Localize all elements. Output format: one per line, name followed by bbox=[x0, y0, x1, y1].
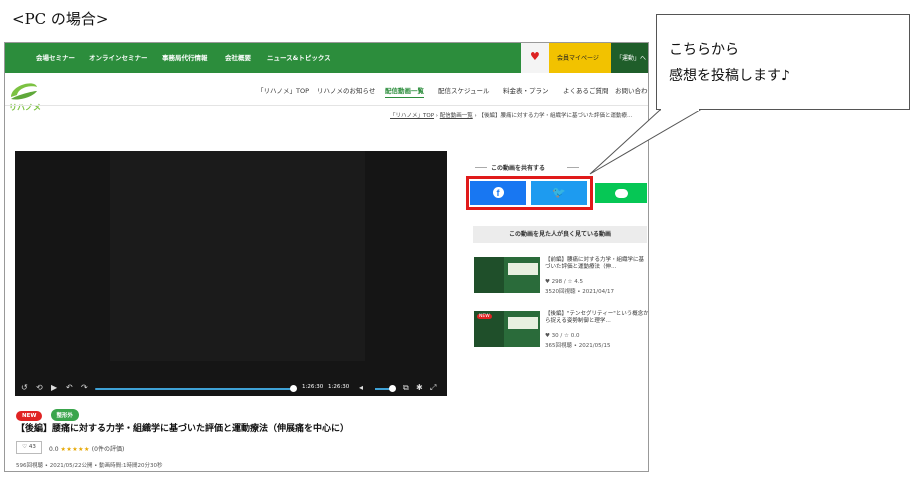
heart-icon: ♥ bbox=[530, 50, 540, 63]
page-caption: <PC の場合> bbox=[12, 10, 109, 28]
gear-icon[interactable]: ✱ bbox=[416, 384, 423, 392]
elapsed-time: 1:26:30 bbox=[302, 384, 324, 390]
mypage-label: 会員マイページ bbox=[557, 55, 599, 62]
subnav-item-schedule[interactable]: 配信スケジュール bbox=[438, 85, 490, 95]
skip-back-icon[interactable]: ↶ bbox=[66, 384, 73, 392]
breadcrumb: 「リハノメ」TOP › 配信動画一覧 › 【後編】腰痛に対する力学・組織学に基づ… bbox=[390, 111, 632, 119]
topnav-item-online-seminar[interactable]: オンラインセミナー bbox=[89, 52, 148, 62]
related-video-item[interactable]: 【前編】腰痛に対する力学・組織学に基づいた評価と運動療法（伸… ♥ 298 / … bbox=[474, 257, 648, 299]
video-meta: 596回視聴 • 2021/05/22公開 • 動画時間:1時間20分30秒 bbox=[16, 463, 163, 469]
twitter-icon: 🐦 bbox=[552, 186, 566, 199]
related-title[interactable]: 【後編】"テンセグリティー"という概念から捉える姿勢制御と理学… bbox=[545, 311, 648, 325]
callout-line-2: 感想を投稿します♪ bbox=[669, 68, 790, 84]
topnav-item-office-agency[interactable]: 事務局代行情報 bbox=[162, 52, 208, 62]
facebook-icon: f bbox=[492, 187, 504, 198]
new-badge: NEW bbox=[16, 411, 43, 421]
new-badge: NEW bbox=[477, 314, 492, 319]
related-title[interactable]: 【前編】腰痛に対する力学・組織学に基づいた評価と運動療法（伸… bbox=[545, 257, 648, 271]
review-count: (0件の評価) bbox=[91, 446, 125, 453]
progress-bar[interactable] bbox=[95, 388, 293, 390]
related-thumbnail[interactable] bbox=[474, 257, 540, 293]
breadcrumb-list[interactable]: 配信動画一覧 bbox=[440, 113, 473, 119]
related-video-item[interactable]: NEW 【後編】"テンセグリティー"という概念から捉える姿勢制御と理学… ♥ 3… bbox=[474, 311, 648, 353]
related-thumbnail[interactable]: NEW bbox=[474, 311, 540, 347]
line-share-button[interactable] bbox=[595, 183, 647, 203]
related-date: 3520回視聴 • 2021/04/17 bbox=[545, 289, 614, 295]
subnav-item-video-list[interactable]: 配信動画一覧 bbox=[385, 85, 424, 98]
breadcrumb-separator: › bbox=[474, 113, 477, 119]
related-heading: この動画を見た人が良く見ている動画 bbox=[473, 226, 647, 243]
progress-handle[interactable] bbox=[290, 385, 297, 392]
video-player[interactable]: ↺ ⟲ ▶ ↶ ↷ 1:26:30 1:26:30 ◂ ⧉ ✱ ⤢ bbox=[15, 151, 447, 396]
nav-divider bbox=[5, 105, 648, 106]
total-time: 1:26:30 bbox=[328, 384, 350, 390]
fullscreen-icon[interactable]: ⤢ bbox=[430, 384, 436, 392]
star-rating-icon: ★★★★★ bbox=[60, 446, 90, 453]
favorite-button[interactable]: ♥ bbox=[521, 43, 549, 73]
share-label: この動画を共有する bbox=[491, 165, 546, 172]
pip-icon[interactable]: ⧉ bbox=[403, 384, 409, 392]
subnav-item-faq[interactable]: よくあるご質問 bbox=[563, 85, 609, 95]
related-stats: ♥ 298 / ☆ 4.5 bbox=[545, 279, 583, 285]
like-count: 43 bbox=[28, 444, 36, 450]
rating-value: 0.0 bbox=[49, 446, 59, 453]
top-nav: 会場セミナー オンラインセミナー 事務局代行情報 会社概要 ニュース&トピックス… bbox=[5, 43, 648, 73]
facebook-share-button[interactable]: f bbox=[470, 181, 526, 205]
play-icon[interactable]: ▶ bbox=[51, 384, 57, 392]
like-button[interactable]: ♡ 43 bbox=[16, 441, 42, 454]
subnav-item-news[interactable]: リハノメのお知らせ bbox=[317, 85, 375, 95]
rating-summary: 0.0 ★★★★★ (0件の評価) bbox=[49, 444, 124, 453]
related-date: 365回視聴 • 2021/05/15 bbox=[545, 343, 611, 349]
screenshot-frame: 会場セミナー オンラインセミナー 事務局代行情報 会社概要 ニュース&トピックス… bbox=[4, 42, 649, 472]
breadcrumb-current: 【後編】腰痛に対する力学・組織学に基づいた評価と運動療… bbox=[478, 113, 633, 119]
video-badges: NEW 整形外 bbox=[16, 402, 82, 421]
back-icon[interactable]: ⟲ bbox=[36, 384, 43, 392]
video-frame bbox=[110, 151, 365, 361]
undou-button[interactable]: 「運動」へ bbox=[611, 43, 648, 73]
topnav-item-venue-seminar[interactable]: 会場セミナー bbox=[36, 52, 75, 62]
subnav-item-top[interactable]: 「リハノメ」TOP bbox=[257, 85, 309, 95]
rehanome-logo[interactable]: リハノメ bbox=[7, 77, 41, 113]
twitter-share-button[interactable]: 🐦 bbox=[531, 181, 587, 205]
subnav-item-contact[interactable]: お問い合わせ bbox=[615, 85, 648, 95]
skip-forward-icon[interactable]: ↷ bbox=[81, 384, 88, 392]
mypage-button[interactable]: 会員マイページ bbox=[549, 43, 611, 73]
related-stats: ♥ 30 / ☆ 0.0 bbox=[545, 333, 580, 339]
topnav-item-news[interactable]: ニュース&トピックス bbox=[267, 52, 331, 62]
line-icon bbox=[614, 189, 628, 198]
callout-line-1: こちらから bbox=[669, 42, 739, 58]
share-divider-right bbox=[567, 167, 579, 168]
undou-label: 「運動」へ bbox=[616, 55, 647, 62]
topnav-item-company[interactable]: 会社概要 bbox=[225, 52, 251, 62]
subnav-item-pricing[interactable]: 料金表・プラン bbox=[503, 85, 549, 95]
volume-icon[interactable]: ◂ bbox=[359, 384, 363, 392]
video-title: 【後編】腰痛に対する力学・組織学に基づいた評価と運動療法（伸展痛を中心に） bbox=[16, 424, 350, 434]
breadcrumb-separator: › bbox=[435, 113, 438, 119]
video-controls: ↺ ⟲ ▶ ↶ ↷ 1:26:30 1:26:30 ◂ ⧉ ✱ ⤢ bbox=[15, 380, 447, 396]
callout-box: こちらから 感想を投稿します♪ bbox=[656, 14, 910, 110]
breadcrumb-home[interactable]: 「リハノメ」TOP bbox=[390, 113, 434, 119]
rewind-icon[interactable]: ↺ bbox=[21, 384, 28, 392]
category-badge[interactable]: 整形外 bbox=[50, 409, 80, 421]
heart-outline-icon: ♡ bbox=[22, 444, 28, 450]
share-divider-left bbox=[475, 167, 487, 168]
volume-handle[interactable] bbox=[389, 385, 396, 392]
